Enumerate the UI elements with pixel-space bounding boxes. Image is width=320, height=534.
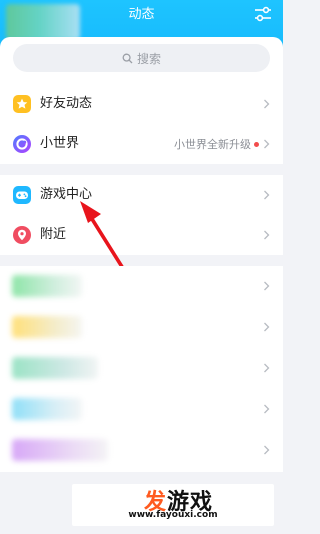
chevron-right-icon [264, 445, 270, 455]
chevron-right-icon [264, 281, 270, 291]
watermark: 发游戏 www.fayouxi.com [72, 484, 274, 526]
list-item[interactable] [0, 389, 283, 430]
chevron-right-icon [264, 322, 270, 332]
blurred-content [12, 316, 82, 338]
list-item[interactable] [0, 348, 283, 389]
section-plugins [0, 266, 283, 472]
list-item[interactable] [0, 430, 283, 471]
blurred-content [12, 398, 82, 420]
watermark-url: www.fayouxi.com [128, 510, 218, 520]
list-item[interactable] [0, 307, 283, 348]
chevron-right-icon [264, 363, 270, 373]
chevron-right-icon [264, 404, 270, 414]
blurred-content [12, 275, 82, 297]
blurred-content [12, 439, 108, 461]
list-item[interactable] [0, 266, 283, 307]
blurred-content [12, 357, 98, 379]
